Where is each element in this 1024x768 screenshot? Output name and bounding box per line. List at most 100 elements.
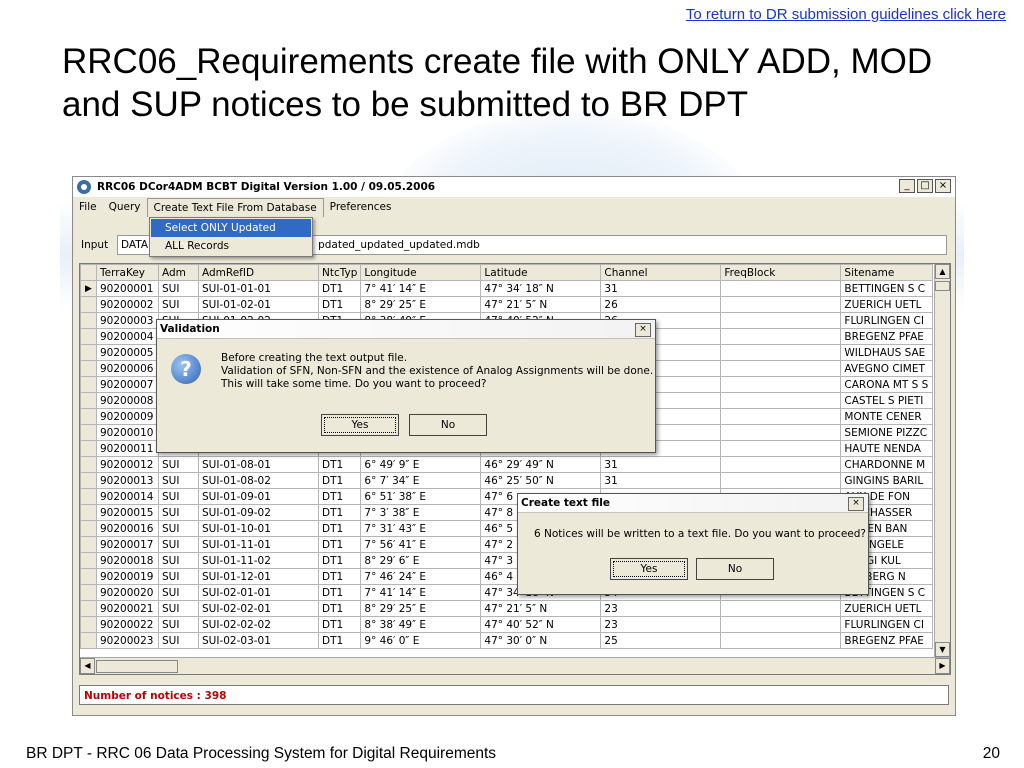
cell-freqblock[interactable] <box>720 312 842 329</box>
cell-ntctyp[interactable]: DT1 <box>317 280 362 297</box>
cell-admrefid[interactable]: SUI-01-11-01 <box>198 536 319 553</box>
cell-ntctyp[interactable]: DT1 <box>317 520 362 537</box>
cell-freqblock[interactable] <box>720 360 842 377</box>
cell-ntctyp[interactable]: DT1 <box>317 584 362 601</box>
cell-sitename[interactable]: HAUTE NENDA <box>840 440 934 457</box>
column-header-admrefid[interactable]: AdmRefID <box>198 264 319 281</box>
row-selector[interactable] <box>80 536 97 553</box>
table-row[interactable]: 90200021 SUI SUI-02-02-01 DT1 8° 29′ 25″ E 47… <box>80 600 934 617</box>
row-selector[interactable] <box>80 360 97 377</box>
cell-sitename[interactable]: FLURLINGEN CI <box>840 312 934 329</box>
cell-freqblock[interactable] <box>720 440 842 457</box>
row-selector[interactable] <box>80 504 97 521</box>
row-selector[interactable] <box>80 408 97 425</box>
cell-terrakey[interactable]: 90200001 <box>96 280 159 297</box>
return-guidelines-link[interactable]: To return to DR submission guidelines cl… <box>686 6 1006 23</box>
cell-freqblock[interactable] <box>720 296 842 313</box>
cell-ntctyp[interactable]: DT1 <box>317 632 362 649</box>
cell-terrakey[interactable]: 90200018 <box>96 552 159 569</box>
cell-freqblock[interactable] <box>720 616 842 633</box>
menu-preferences[interactable]: Preferences <box>324 198 398 216</box>
cell-channel[interactable]: 23 <box>600 616 722 633</box>
row-selector[interactable] <box>80 312 97 329</box>
column-header-freqblock[interactable]: FreqBlock <box>720 264 842 281</box>
table-row[interactable]: 90200013 SUI SUI-01-08-02 DT1 6° 7′ 34″ E 46°… <box>80 472 934 489</box>
cell-admrefid[interactable]: SUI-01-09-01 <box>198 488 319 505</box>
cell-terrakey[interactable]: 90200011 <box>96 440 159 457</box>
cell-freqblock[interactable] <box>720 376 842 393</box>
cell-longitude[interactable]: 6° 7′ 34″ E <box>360 472 482 489</box>
cell-adm[interactable]: SUI <box>158 632 199 649</box>
cell-terrakey[interactable]: 90200003 <box>96 312 159 329</box>
cell-ntctyp[interactable]: DT1 <box>317 296 362 313</box>
cell-ntctyp[interactable]: DT1 <box>317 456 362 473</box>
cell-sitename[interactable]: CHARDONNE M <box>840 456 934 473</box>
vertical-scrollbar[interactable]: ▲ ▼ <box>934 264 950 657</box>
cell-adm[interactable]: SUI <box>158 616 199 633</box>
cell-adm[interactable]: SUI <box>158 504 199 521</box>
cell-admrefid[interactable]: SUI-01-09-02 <box>198 504 319 521</box>
validation-no-button[interactable]: No <box>409 414 487 436</box>
cell-longitude[interactable]: 7° 31′ 43″ E <box>360 520 482 537</box>
cell-sitename[interactable]: SEMIONE PIZZC <box>840 424 934 441</box>
row-selector[interactable] <box>80 616 97 633</box>
cell-adm[interactable]: SUI <box>158 296 199 313</box>
cell-terrakey[interactable]: 90200010 <box>96 424 159 441</box>
cell-freqblock[interactable] <box>720 632 842 649</box>
maximize-button[interactable]: □ <box>917 179 933 193</box>
validation-close-icon[interactable]: × <box>635 323 651 337</box>
cell-admrefid[interactable]: SUI-01-02-01 <box>198 296 319 313</box>
cell-freqblock[interactable] <box>720 600 842 617</box>
cell-freqblock[interactable] <box>720 392 842 409</box>
create-close-icon[interactable]: × <box>848 497 864 511</box>
row-selector[interactable] <box>80 632 97 649</box>
cell-channel[interactable]: 31 <box>600 280 722 297</box>
menu-create-text-file[interactable]: Create Text File From Database <box>146 197 324 217</box>
cell-longitude[interactable]: 6° 49′ 9″ E <box>360 456 482 473</box>
cell-terrakey[interactable]: 90200014 <box>96 488 159 505</box>
scroll-left-icon[interactable]: ◀ <box>80 658 95 674</box>
cell-longitude[interactable]: 7° 56′ 41″ E <box>360 536 482 553</box>
cell-latitude[interactable]: 47° 21′ 5″ N <box>480 600 602 617</box>
cell-terrakey[interactable]: 90200022 <box>96 616 159 633</box>
column-header-terrakey[interactable]: TerraKey <box>96 264 159 281</box>
row-selector[interactable] <box>80 440 97 457</box>
cell-adm[interactable]: SUI <box>158 456 199 473</box>
table-row[interactable]: 90200022 SUI SUI-02-02-02 DT1 8° 38′ 49″ E 47… <box>80 616 934 633</box>
cell-channel[interactable]: 31 <box>600 456 722 473</box>
cell-freqblock[interactable] <box>720 424 842 441</box>
row-selector[interactable] <box>80 392 97 409</box>
cell-terrakey[interactable]: 90200006 <box>96 360 159 377</box>
cell-adm[interactable]: SUI <box>158 568 199 585</box>
cell-longitude[interactable]: 9° 46′ 0″ E <box>360 632 482 649</box>
cell-sitename[interactable]: BREGENZ PFAE <box>840 328 934 345</box>
cell-terrakey[interactable]: 90200017 <box>96 536 159 553</box>
cell-terrakey[interactable]: 90200002 <box>96 296 159 313</box>
menu-item-all-records[interactable]: ALL Records <box>151 237 311 255</box>
scroll-thumb[interactable] <box>935 281 950 291</box>
cell-terrakey[interactable]: 90200012 <box>96 456 159 473</box>
cell-terrakey[interactable]: 90200007 <box>96 376 159 393</box>
cell-terrakey[interactable]: 90200015 <box>96 504 159 521</box>
row-selector[interactable] <box>80 456 97 473</box>
cell-admrefid[interactable]: SUI-01-11-02 <box>198 552 319 569</box>
cell-adm[interactable]: SUI <box>158 600 199 617</box>
scroll-up-icon[interactable]: ▲ <box>935 264 950 279</box>
row-selector[interactable] <box>80 328 97 345</box>
cell-admrefid[interactable]: SUI-02-03-01 <box>198 632 319 649</box>
cell-longitude[interactable]: 8° 29′ 25″ E <box>360 600 482 617</box>
horizontal-scrollbar[interactable]: ◀ ▶ <box>80 657 950 674</box>
cell-freqblock[interactable] <box>720 344 842 361</box>
row-selector[interactable] <box>80 568 97 585</box>
close-button[interactable]: × <box>935 179 951 193</box>
cell-latitude[interactable]: 47° 21′ 5″ N <box>480 296 602 313</box>
cell-freqblock[interactable] <box>720 328 842 345</box>
minimize-button[interactable]: _ <box>899 179 915 193</box>
cell-longitude[interactable]: 7° 46′ 24″ E <box>360 568 482 585</box>
cell-sitename[interactable]: GINGINS BARIL <box>840 472 934 489</box>
row-selector[interactable] <box>80 424 97 441</box>
row-selector[interactable] <box>80 520 97 537</box>
cell-terrakey[interactable]: 90200013 <box>96 472 159 489</box>
column-header-sitename[interactable]: Sitename <box>840 264 934 281</box>
cell-latitude[interactable]: 47° 30′ 0″ N <box>480 632 602 649</box>
